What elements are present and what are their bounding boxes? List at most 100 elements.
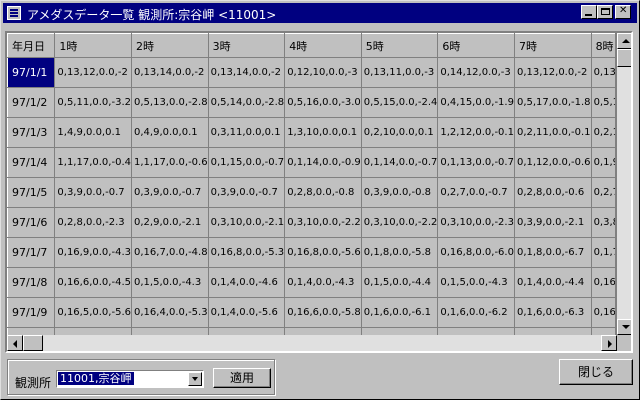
scroll-right-button[interactable] bbox=[601, 335, 617, 351]
grid-cell[interactable]: 0,1,4,0.0,-4.6 bbox=[208, 267, 286, 298]
horizontal-scrollbar[interactable] bbox=[7, 335, 617, 351]
grid-cell[interactable]: 0,2,7,0.0,-0.9 bbox=[591, 177, 615, 208]
grid-cell[interactable]: 1,2,12,0.0,-0.1 bbox=[437, 117, 515, 148]
row-date[interactable]: 97/1/1 bbox=[7, 57, 56, 88]
row-date[interactable]: 97/1/6 bbox=[7, 207, 56, 238]
apply-button[interactable]: 適用 bbox=[213, 368, 271, 388]
grid-cell[interactable]: 0,3,9,0.0,-0.7 bbox=[208, 177, 286, 208]
grid-cell[interactable]: 0,16,8,0.0,-5.3 bbox=[208, 237, 286, 268]
grid-cell[interactable]: 0,16,8,0.0,-6.0 bbox=[437, 237, 515, 268]
grid-cell[interactable]: 0,13,12,0.0,-2 bbox=[54, 57, 132, 88]
column-header[interactable]: 8時 bbox=[590, 33, 615, 58]
grid-cell[interactable]: 0,16,6,0.0,-4.5 bbox=[54, 267, 132, 298]
close-window-button[interactable] bbox=[615, 5, 631, 19]
row-date[interactable]: 97/1/3 bbox=[7, 117, 56, 148]
minimize-button[interactable] bbox=[581, 5, 597, 19]
title-bar[interactable]: アメダスデータ一覧 観測所:宗谷岬 <11001> bbox=[3, 3, 637, 23]
grid-cell[interactable]: 0,1,8,0.0,-5.8 bbox=[361, 237, 439, 268]
grid-cell[interactable]: 0,5,13,0.0,-2.8 bbox=[131, 87, 209, 118]
grid-cell[interactable]: 0,12,10,0.0,-3 bbox=[284, 57, 362, 88]
station-dropdown-button[interactable] bbox=[188, 372, 202, 386]
grid-cell[interactable]: 0,16,7,0.0,-4.8 bbox=[131, 237, 209, 268]
grid-cell[interactable]: 0,1,15,0.0,-0.7 bbox=[208, 147, 286, 178]
grid-cell[interactable]: 0,1,6,0.0,-6.2 bbox=[437, 297, 515, 328]
grid-cell[interactable]: 0,4,9,0.0,0.1 bbox=[131, 117, 209, 148]
grid-cell[interactable]: 0,2,8,0.0,-2.3 bbox=[54, 207, 132, 238]
grid-cell[interactable]: 0,16,5,0.0,-4.2 bbox=[591, 267, 615, 298]
grid-cell[interactable]: 1,3,10,0.0,0.1 bbox=[284, 117, 362, 148]
scroll-up-button[interactable] bbox=[617, 33, 631, 49]
grid-cell[interactable]: 0,3,10,0.0,-2.1 bbox=[208, 207, 286, 238]
maximize-button[interactable] bbox=[597, 5, 613, 19]
grid-cell[interactable]: 0,2,11,0.0,-0.1 bbox=[514, 117, 592, 148]
grid-cell[interactable]: 0,3,3,0.0,-2.6 bbox=[54, 327, 132, 335]
grid-cell[interactable]: 0,1,14,0.0,-0.9 bbox=[284, 147, 362, 178]
grid-cell[interactable]: 0,3,8,0.0,-2.1 bbox=[591, 207, 615, 238]
station-select[interactable]: 11001,宗谷岬 bbox=[56, 370, 204, 388]
grid-cell[interactable]: 0,3,4,0.0,-2.3 bbox=[514, 327, 592, 335]
grid-cell[interactable]: 0,1,14,0.0,-0.7 bbox=[361, 147, 439, 178]
grid-cell[interactable]: 0,16,8,0.0,-5.6 bbox=[284, 237, 362, 268]
close-button[interactable]: 閉じる bbox=[559, 359, 633, 385]
grid-cell[interactable]: 0,3,9,0.0,-0.7 bbox=[131, 177, 209, 208]
row-date[interactable]: 97/1/9 bbox=[7, 297, 56, 328]
grid-cell[interactable]: 0,13,12,0.0,-2 bbox=[591, 57, 615, 88]
grid-cell[interactable]: 0,16,9,0.0,-4.3 bbox=[54, 237, 132, 268]
grid-cell[interactable]: 0,3,6,0.0,-2.4 bbox=[591, 327, 615, 335]
grid-cell[interactable]: 0,3,9,0.0,-0.8 bbox=[361, 177, 439, 208]
grid-cell[interactable]: 0,3,10,0.0,-2.2 bbox=[284, 207, 362, 238]
grid-cell[interactable]: 0,1,9,0.0,-0.4 bbox=[591, 147, 615, 178]
grid-cell[interactable]: 0,5,17,0.0,-1.7 bbox=[591, 87, 615, 118]
vertical-scroll-thumb[interactable] bbox=[617, 49, 631, 67]
grid-cell[interactable]: 0,4,15,0.0,-1.9 bbox=[437, 87, 515, 118]
row-date[interactable]: 97/1/2 bbox=[7, 87, 56, 118]
grid-cell[interactable]: 0,3,3,0.0,-2.5 bbox=[131, 327, 209, 335]
grid-cell[interactable]: 0,1,7,0.2,-6.7 bbox=[591, 237, 615, 268]
grid-cell[interactable]: 0,1,8,0.0,-6.7 bbox=[514, 237, 592, 268]
grid-cell[interactable]: 0,5,15,0.0,-2.4 bbox=[361, 87, 439, 118]
grid-cell[interactable]: 0,1,4,0.0,-4.4 bbox=[514, 267, 592, 298]
grid-cell[interactable]: 0,2,8,0.0,-0.6 bbox=[514, 177, 592, 208]
grid-cell[interactable]: 0,1,4,0.0,-4.3 bbox=[284, 267, 362, 298]
column-header[interactable]: 1時 bbox=[54, 33, 132, 58]
grid-cell[interactable]: 1,1,17,0.0,-0.6 bbox=[131, 147, 209, 178]
grid-cell[interactable]: 0,13,12,0.0,-2 bbox=[514, 57, 592, 88]
grid-cell[interactable]: 0,13,14,0.0,-2 bbox=[131, 57, 209, 88]
row-date[interactable]: 97/1/8 bbox=[7, 267, 56, 298]
grid-cell[interactable]: 0,16,6,0.4,-6.0 bbox=[591, 297, 615, 328]
grid-cell[interactable]: 0,3,4,0.0,-2.8 bbox=[284, 327, 362, 335]
grid-cell[interactable]: 0,2,12,0.0,-0.1 bbox=[591, 117, 615, 148]
grid-cell[interactable]: 0,3,11,0.0,0.1 bbox=[208, 117, 286, 148]
grid-cell[interactable]: 0,16,5,0.0,-5.6 bbox=[54, 297, 132, 328]
grid-cell[interactable]: 0,1,5,0.0,-4.4 bbox=[361, 267, 439, 298]
grid-cell[interactable]: 1,1,17,0.0,-0.4 bbox=[54, 147, 132, 178]
grid-cell[interactable]: 0,1,6,0.0,-6.1 bbox=[361, 297, 439, 328]
grid-cell[interactable]: 0,3,4,0.0,-2.6 bbox=[361, 327, 439, 335]
vertical-scrollbar[interactable] bbox=[617, 33, 631, 335]
column-header[interactable]: 5時 bbox=[360, 33, 439, 58]
grid-cell[interactable]: 0,5,11,0.0,-3.2 bbox=[54, 87, 132, 118]
grid-cell[interactable]: 0,3,10,0.0,-2.3 bbox=[437, 207, 515, 238]
row-date[interactable]: 97/1/10 bbox=[7, 327, 56, 335]
grid-cell[interactable]: 1,4,9,0.0,0.1 bbox=[54, 117, 132, 148]
grid-cell[interactable]: 0,1,5,0.0,-4.3 bbox=[437, 267, 515, 298]
horizontal-scroll-thumb[interactable] bbox=[23, 335, 43, 351]
grid-cell[interactable]: 0,1,12,0.0,-0.6 bbox=[514, 147, 592, 178]
row-date[interactable]: 97/1/7 bbox=[7, 237, 56, 268]
grid-cell[interactable]: 0,13,11,0.0,-3 bbox=[361, 57, 439, 88]
grid-cell[interactable]: 0,5,16,0.0,-3.0 bbox=[284, 87, 362, 118]
column-header[interactable]: 2時 bbox=[131, 33, 209, 58]
grid-cell[interactable]: 0,1,5,0.0,-4.3 bbox=[131, 267, 209, 298]
column-header[interactable]: 3時 bbox=[207, 33, 286, 58]
grid-cell[interactable]: 0,2,8,0.0,-0.8 bbox=[284, 177, 362, 208]
grid-cell[interactable]: 0,1,13,0.0,-0.7 bbox=[437, 147, 515, 178]
grid-cell[interactable]: 0,5,14,0.0,-2.8 bbox=[208, 87, 286, 118]
grid-cell[interactable]: 0,3,9,0.0,-2.1 bbox=[514, 207, 592, 238]
grid-cell[interactable]: 0,4,3,0.0,-2.5 bbox=[437, 327, 515, 335]
row-date[interactable]: 97/1/5 bbox=[7, 177, 56, 208]
scroll-down-button[interactable] bbox=[617, 319, 631, 335]
column-header[interactable]: 4時 bbox=[284, 33, 362, 58]
grid-cell[interactable]: 0,5,17,0.0,-1.8 bbox=[514, 87, 592, 118]
grid-cell[interactable]: 0,2,7,0.0,-0.7 bbox=[437, 177, 515, 208]
grid-cell[interactable]: 0,2,10,0.0,0.1 bbox=[361, 117, 439, 148]
